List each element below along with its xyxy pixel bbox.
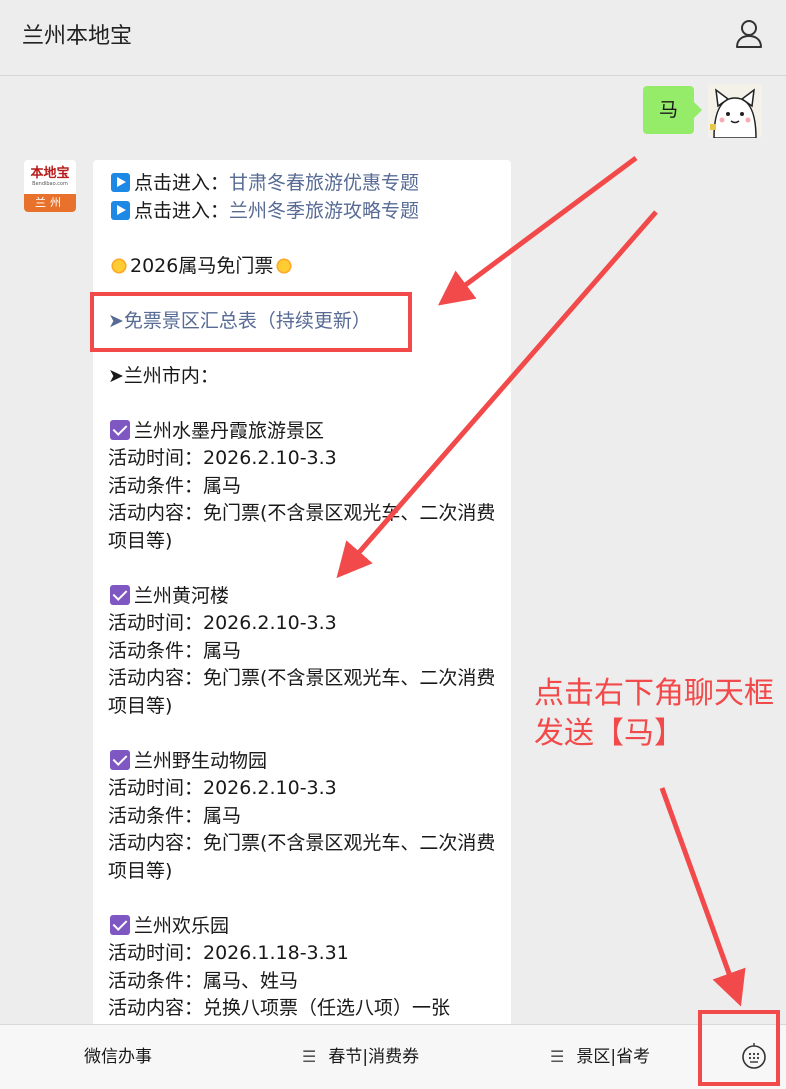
spot-condition: 活动条件：属马 xyxy=(108,474,242,497)
sent-message-text: 马 xyxy=(658,99,678,121)
checkbox-icon xyxy=(110,749,130,770)
highlight-box xyxy=(90,292,412,352)
menu-list-icon: ☰ xyxy=(302,1047,317,1066)
avatar-brand: 本地宝 xyxy=(30,165,70,181)
menu-label: 春节|消费券 xyxy=(328,1047,420,1067)
play-icon xyxy=(111,200,130,220)
annotation-line: 点击右下角聊天框 xyxy=(534,676,774,711)
menu-label: 景区|省考 xyxy=(576,1047,651,1067)
gansu-travel-link[interactable]: 甘肃冬春旅游优惠专题 xyxy=(229,172,419,194)
spot-name: 兰州野生动物园 xyxy=(134,749,268,772)
instruction-annotation: 点击右下角聊天框 发送【马】 xyxy=(534,674,784,754)
link-row: 点击进入：甘肃冬春旅游优惠专题 xyxy=(108,170,503,198)
top-bar: 兰州本地宝 xyxy=(0,0,786,76)
menu-scenic-exam[interactable]: ☰ 景区|省考 xyxy=(550,1025,650,1089)
spot-name-row: 兰州黄河楼 xyxy=(108,583,503,611)
section-title: ➤兰州市内： xyxy=(108,364,219,387)
spot-condition: 活动条件：属马、姓马 xyxy=(108,969,299,992)
spot-content: 活动内容：免门票(不含景区观光车、二次消费项目等) xyxy=(108,502,496,552)
account-title: 兰州本地宝 xyxy=(22,24,133,49)
link-row: 点击进入：兰州冬季旅游攻略专题 xyxy=(108,198,503,226)
link-row-prefix: 点击进入： xyxy=(134,172,230,194)
spot-condition: 活动条件：属马 xyxy=(108,639,242,662)
lanzhou-winter-guide-link[interactable]: 兰州冬季旅游攻略专题 xyxy=(229,200,419,222)
spot-time: 活动时间：2026.2.10-3.3 xyxy=(108,612,337,634)
play-icon xyxy=(111,173,130,192)
spot-name-row: 兰州水墨丹霞旅游景区 xyxy=(108,418,503,446)
checkbox-icon xyxy=(110,914,130,935)
message-heading: 2026属马免门票 xyxy=(130,254,274,277)
checkbox-icon xyxy=(110,419,130,440)
bottom-menu-bar: 微信办事 ☰ 春节|消费券 ☰ 景区|省考 xyxy=(0,1024,786,1089)
user-icon[interactable] xyxy=(734,18,764,50)
spot-name: 兰州欢乐园 xyxy=(134,914,230,937)
spot-content: 活动内容：兑换八项票（任选八项）一张 xyxy=(108,997,451,1019)
spot-name-row: 兰州野生动物园 xyxy=(108,748,503,776)
menu-list-icon: ☰ xyxy=(550,1047,565,1066)
spot-name: 兰州水墨丹霞旅游景区 xyxy=(134,419,325,442)
menu-spring-festival[interactable]: ☰ 春节|消费券 xyxy=(302,1025,419,1089)
highlight-box xyxy=(698,1010,780,1086)
sun-icon xyxy=(110,256,128,275)
spot-time: 活动时间：2026.2.10-3.3 xyxy=(108,777,337,799)
account-avatar[interactable]: 本地宝 Bendibao.com 兰州 xyxy=(24,160,76,212)
checkbox-icon xyxy=(110,584,130,605)
spot-content: 活动内容：免门票(不含景区观光车、二次消费项目等) xyxy=(108,832,496,882)
avatar-city: 兰州 xyxy=(24,194,76,212)
my-avatar[interactable] xyxy=(708,84,762,138)
menu-wechat-services[interactable]: 微信办事 xyxy=(84,1025,152,1089)
spot-name: 兰州黄河楼 xyxy=(134,584,230,607)
spot-name-row: 兰州欢乐园 xyxy=(108,913,503,941)
sent-message-bubble: 马 xyxy=(642,86,703,134)
sun-icon xyxy=(275,256,294,275)
received-message-bubble: 点击进入：甘肃冬春旅游优惠专题 点击进入：兰州冬季旅游攻略专题 2026属马免门… xyxy=(93,160,511,1030)
spot-time: 活动时间：2026.2.10-3.3 xyxy=(108,447,337,469)
link-row-prefix: 点击进入： xyxy=(134,199,230,222)
heading-row: 2026属马免门票 xyxy=(108,253,503,281)
avatar-logo: 本地宝 Bendibao.com xyxy=(24,160,76,194)
spot-content: 活动内容：免门票(不含景区观光车、二次消费项目等) xyxy=(108,667,496,717)
avatar-domain: Bendibao.com xyxy=(32,180,68,187)
spot-time: 活动时间：2026.1.18-3.31 xyxy=(108,942,349,964)
annotation-line: 发送【马】 xyxy=(534,716,684,751)
menu-label: 微信办事 xyxy=(84,1047,152,1067)
arrow-to-keyboard xyxy=(659,787,746,1007)
spot-condition: 活动条件：属马 xyxy=(108,804,242,827)
